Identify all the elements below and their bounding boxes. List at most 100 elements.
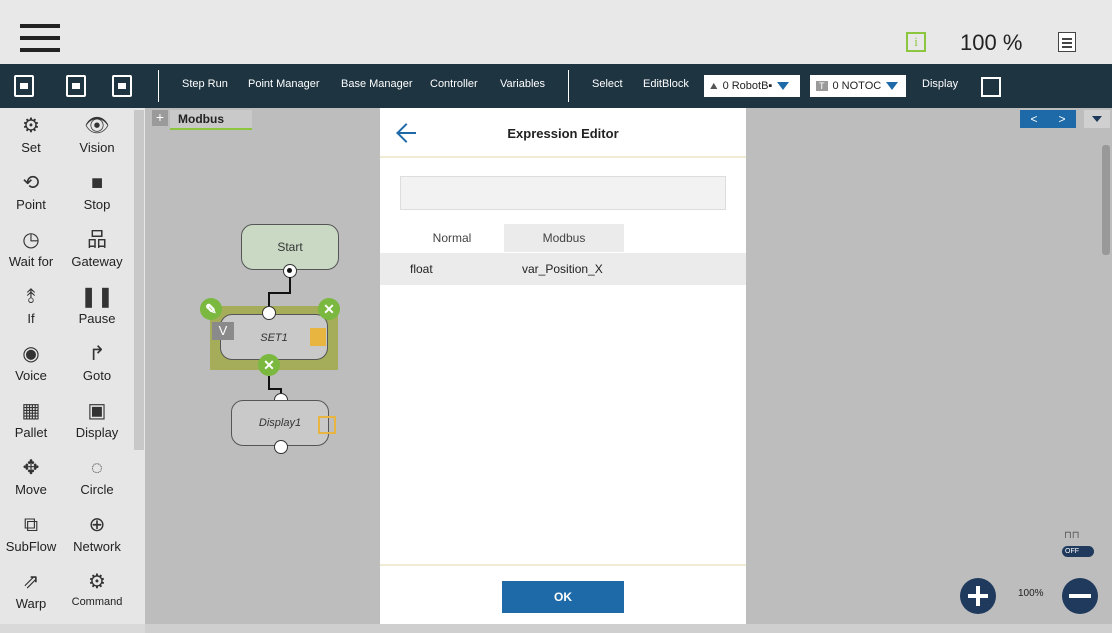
palette-label: Set — [21, 140, 41, 155]
select-button[interactable]: Select — [592, 78, 623, 90]
palette-item-goto[interactable]: ↱ Goto — [66, 336, 128, 390]
tab-list-dropdown[interactable] — [1084, 110, 1110, 128]
goto-arrow-icon: ↱ — [88, 343, 106, 365]
ok-button[interactable]: OK — [502, 581, 624, 613]
robot-base-select[interactable]: ⛰ 0 RobotB▪ — [704, 75, 800, 97]
step-run-button[interactable]: Step Run — [182, 78, 228, 90]
branch-icon: ⥉ — [26, 286, 36, 308]
display-node-icon — [318, 416, 336, 434]
display-screen-icon: ▣ — [87, 400, 107, 422]
top-bar: i 100 % — [0, 0, 1112, 64]
base-manager-button[interactable]: Base Manager — [341, 78, 413, 90]
canvas-vertical-scrollbar[interactable] — [1102, 145, 1110, 255]
toolbar-divider — [568, 70, 569, 102]
zoom-out-button[interactable] — [1062, 578, 1098, 614]
clock-icon: ◷ — [22, 229, 40, 251]
eye-icon: 👁 — [84, 115, 110, 137]
palette-item-set[interactable]: ⚙ Set — [0, 108, 62, 162]
palette-item-circle[interactable]: ◌ Circle — [66, 450, 128, 504]
variable-type: float — [410, 262, 433, 276]
info-icon[interactable]: i — [906, 32, 926, 52]
palette-label: Point — [16, 197, 46, 212]
open-file-icon[interactable] — [112, 75, 132, 97]
tcp-select[interactable]: T 0 NOTOC — [810, 75, 906, 97]
disconnect-close-icon[interactable]: ✕ — [258, 354, 280, 376]
palette-label: Warp — [15, 596, 47, 611]
variable-row[interactable]: float var_Position_X — [380, 253, 746, 285]
set-node-icon — [310, 328, 326, 346]
move-arrows-icon: ✥ — [22, 457, 40, 479]
palette-label: If — [27, 311, 35, 326]
hamburger-icon[interactable] — [20, 24, 60, 54]
palette-item-stop[interactable]: ■ Stop — [66, 165, 128, 219]
tab-prev-button[interactable]: < — [1020, 110, 1048, 128]
warp-icon: ⇗ — [22, 571, 40, 593]
palette-item-subflow[interactable]: ⧉ SubFlow — [0, 507, 62, 561]
palette-item-network[interactable]: ⊕ Network — [66, 507, 128, 561]
palette-item-command[interactable]: ⚙ Command — [66, 564, 128, 618]
start-output-port[interactable] — [283, 264, 297, 278]
canvas-zoom-level: 100% — [1018, 588, 1044, 599]
save-file-icon[interactable] — [66, 75, 86, 97]
add-tab-button[interactable]: + — [152, 110, 168, 126]
palette-label: Pallet — [14, 425, 48, 440]
palette-item-vision[interactable]: 👁 Vision — [66, 108, 128, 162]
dialog-header: Expression Editor — [380, 108, 746, 158]
document-icon[interactable] — [1058, 32, 1076, 52]
tab-modbus-variables[interactable]: Modbus — [504, 224, 624, 252]
palette-item-if[interactable]: ⥉ If — [0, 279, 62, 333]
expression-editor-dialog: Expression Editor Normal Modbus float va… — [380, 108, 746, 624]
palette-label: Network — [73, 539, 121, 554]
toolbar-divider — [158, 70, 159, 102]
point-manager-button[interactable]: Point Manager — [248, 78, 320, 90]
tab-next-button[interactable]: > — [1048, 110, 1076, 128]
set-icon: ⚙ — [22, 115, 40, 137]
display-output-port[interactable] — [274, 440, 288, 454]
speed-percentage[interactable]: 100 % — [960, 30, 1022, 56]
tcp-value: 0 NOTOC — [832, 80, 882, 92]
set-input-port[interactable] — [262, 306, 276, 320]
dialog-footer: OK — [380, 564, 746, 624]
palette-label: Wait for — [8, 254, 54, 269]
pallet-grid-icon: ▦ — [21, 400, 41, 422]
dialog-title: Expression Editor — [507, 126, 619, 141]
palette-label: Goto — [82, 368, 112, 383]
command-icon: ⚙ — [88, 571, 106, 593]
point-icon: ⟲ — [22, 172, 40, 194]
palette-scrollbar[interactable] — [134, 110, 144, 450]
expression-input[interactable] — [400, 176, 726, 210]
palette-item-wait-for[interactable]: ◷ Wait for — [0, 222, 62, 276]
controller-button[interactable]: Controller — [430, 78, 478, 90]
palette-label: Command — [71, 596, 123, 608]
palette-label: Vision — [79, 140, 115, 155]
palette-item-pallet[interactable]: ▦ Pallet — [0, 393, 62, 447]
palette-item-move[interactable]: ✥ Move — [0, 450, 62, 504]
tab-modbus[interactable]: Modbus — [170, 110, 252, 130]
palette-item-pause[interactable]: ❚❚ Pause — [66, 279, 128, 333]
zoom-in-button[interactable] — [960, 578, 996, 614]
delete-close-icon[interactable]: ✕ — [318, 298, 340, 320]
node-palette: ⚙ Set 👁 Vision ⟲ Point ■ Stop ◷ Wait for… — [0, 108, 145, 624]
subflow-icon: ⧉ — [23, 514, 39, 536]
main-toolbar: Step Run Point Manager Base Manager Cont… — [0, 64, 1112, 108]
toggle-off-label: OFF — [1062, 546, 1094, 557]
tab-normal[interactable]: Normal — [400, 224, 504, 252]
editblock-button[interactable]: EditBlock — [643, 78, 689, 90]
palette-label: Gateway — [71, 254, 123, 269]
palette-item-display[interactable]: ▣ Display — [66, 393, 128, 447]
edit-pencil-icon[interactable]: ✎ — [200, 298, 222, 320]
robot-base-icon: ⛰ — [710, 80, 718, 91]
palette-item-voice[interactable]: ◉ Voice — [0, 336, 62, 390]
palette-item-warp[interactable]: ⇗ Warp — [0, 564, 62, 618]
globe-icon: ⊕ — [88, 514, 106, 536]
snap-toggle[interactable]: ⊓⊓ OFF — [1062, 530, 1094, 560]
snap-icon: ⊓⊓ — [1064, 530, 1080, 541]
palette-item-point[interactable]: ⟲ Point — [0, 165, 62, 219]
variables-button[interactable]: Variables — [500, 78, 545, 90]
palette-item-gateway[interactable]: 品 Gateway — [66, 222, 128, 276]
new-file-icon[interactable] — [14, 75, 34, 97]
display-button[interactable]: Display — [922, 78, 958, 90]
flow-connector — [268, 292, 290, 294]
canvas-horizontal-scrollbar[interactable] — [145, 624, 1112, 633]
display-panel-icon[interactable] — [981, 77, 1001, 97]
